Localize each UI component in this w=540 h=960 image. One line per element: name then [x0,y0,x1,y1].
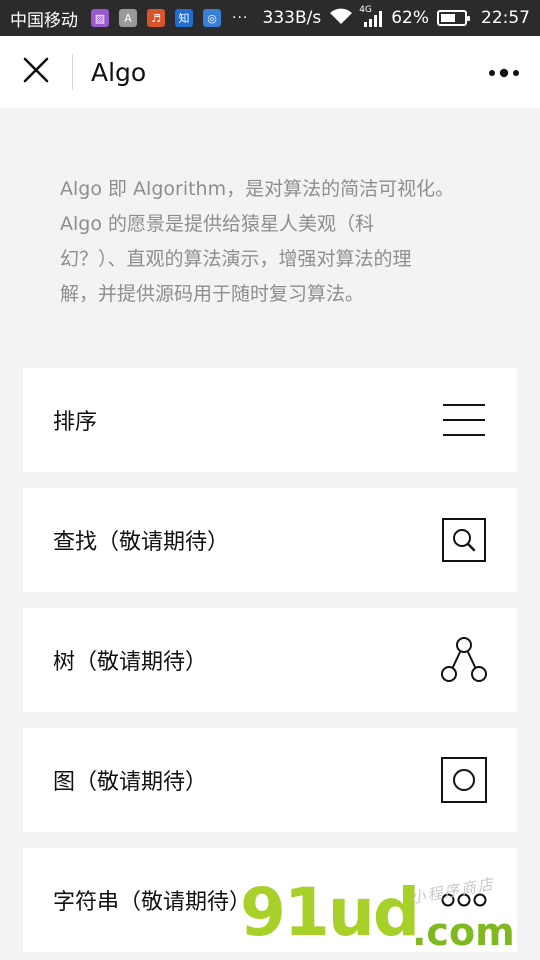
battery-level-fill [441,14,455,22]
intro-text: Algo 即 Algorithm，是对算法的简洁可视化。 Algo 的愿景是提供… [60,172,480,312]
nav-bar: Algo [0,36,540,108]
cellular-signal-icon: 4G [359,5,383,27]
card-sort[interactable]: 排序 [23,368,517,472]
card-label: 查找（敬请期待） [53,530,230,555]
close-button[interactable] [0,36,72,108]
card-label: 树（敬请期待） [53,650,208,675]
status-bar: 中国移动 ▨ A ♬ 知 ◎ ··· 333B/s 4G 62% 22:57 [0,0,540,36]
network-speed: 333B/s [262,8,322,28]
tree-icon [441,637,487,683]
intro-line: 幻？）、直观的算法演示，增强对算法的理 [60,248,412,270]
search-icon [441,517,487,563]
card-graph[interactable]: 图（敬请期待） [23,728,517,832]
wifi-app-icon: ◎ [203,9,221,27]
more-notifications-icon: ··· [232,10,249,26]
card-string[interactable]: 字符串（敬请期待） [23,848,517,952]
clock: 22:57 [481,8,530,28]
a-app-icon: A [119,9,137,27]
menu-lines-icon [441,397,487,443]
card-search[interactable]: 查找（敬请期待） [23,488,517,592]
more-icon [488,63,520,82]
intro-line: Algo 即 Algorithm，是对算法的简洁可视化。 [60,178,455,200]
music-app-icon: ♬ [147,9,165,27]
intro-line: 解，并提供源码用于随时复习算法。 [60,283,365,305]
close-icon [23,57,49,87]
gallery-app-icon: ▨ [91,9,109,27]
card-label: 字符串（敬请期待） [53,890,252,915]
page-title: Algo [91,57,147,87]
status-right: 333B/s 4G 62% 22:57 [262,5,531,30]
card-label: 图（敬请期待） [53,770,208,795]
dots-icon [441,877,487,923]
intro-line: Algo 的愿景是提供给猿星人美观（科 [60,213,375,235]
nav-divider [72,54,73,90]
card-tree[interactable]: 树（敬请期待） [23,608,517,712]
carrier-name: 中国移动 [10,10,78,31]
zhihu-app-icon: 知 [175,9,193,27]
battery-percent: 62% [391,8,429,28]
battery-icon [437,10,470,26]
wifi-signal-icon [329,7,353,30]
card-label: 排序 [53,410,98,435]
more-button[interactable] [468,36,540,108]
graph-circle-icon [441,757,487,803]
